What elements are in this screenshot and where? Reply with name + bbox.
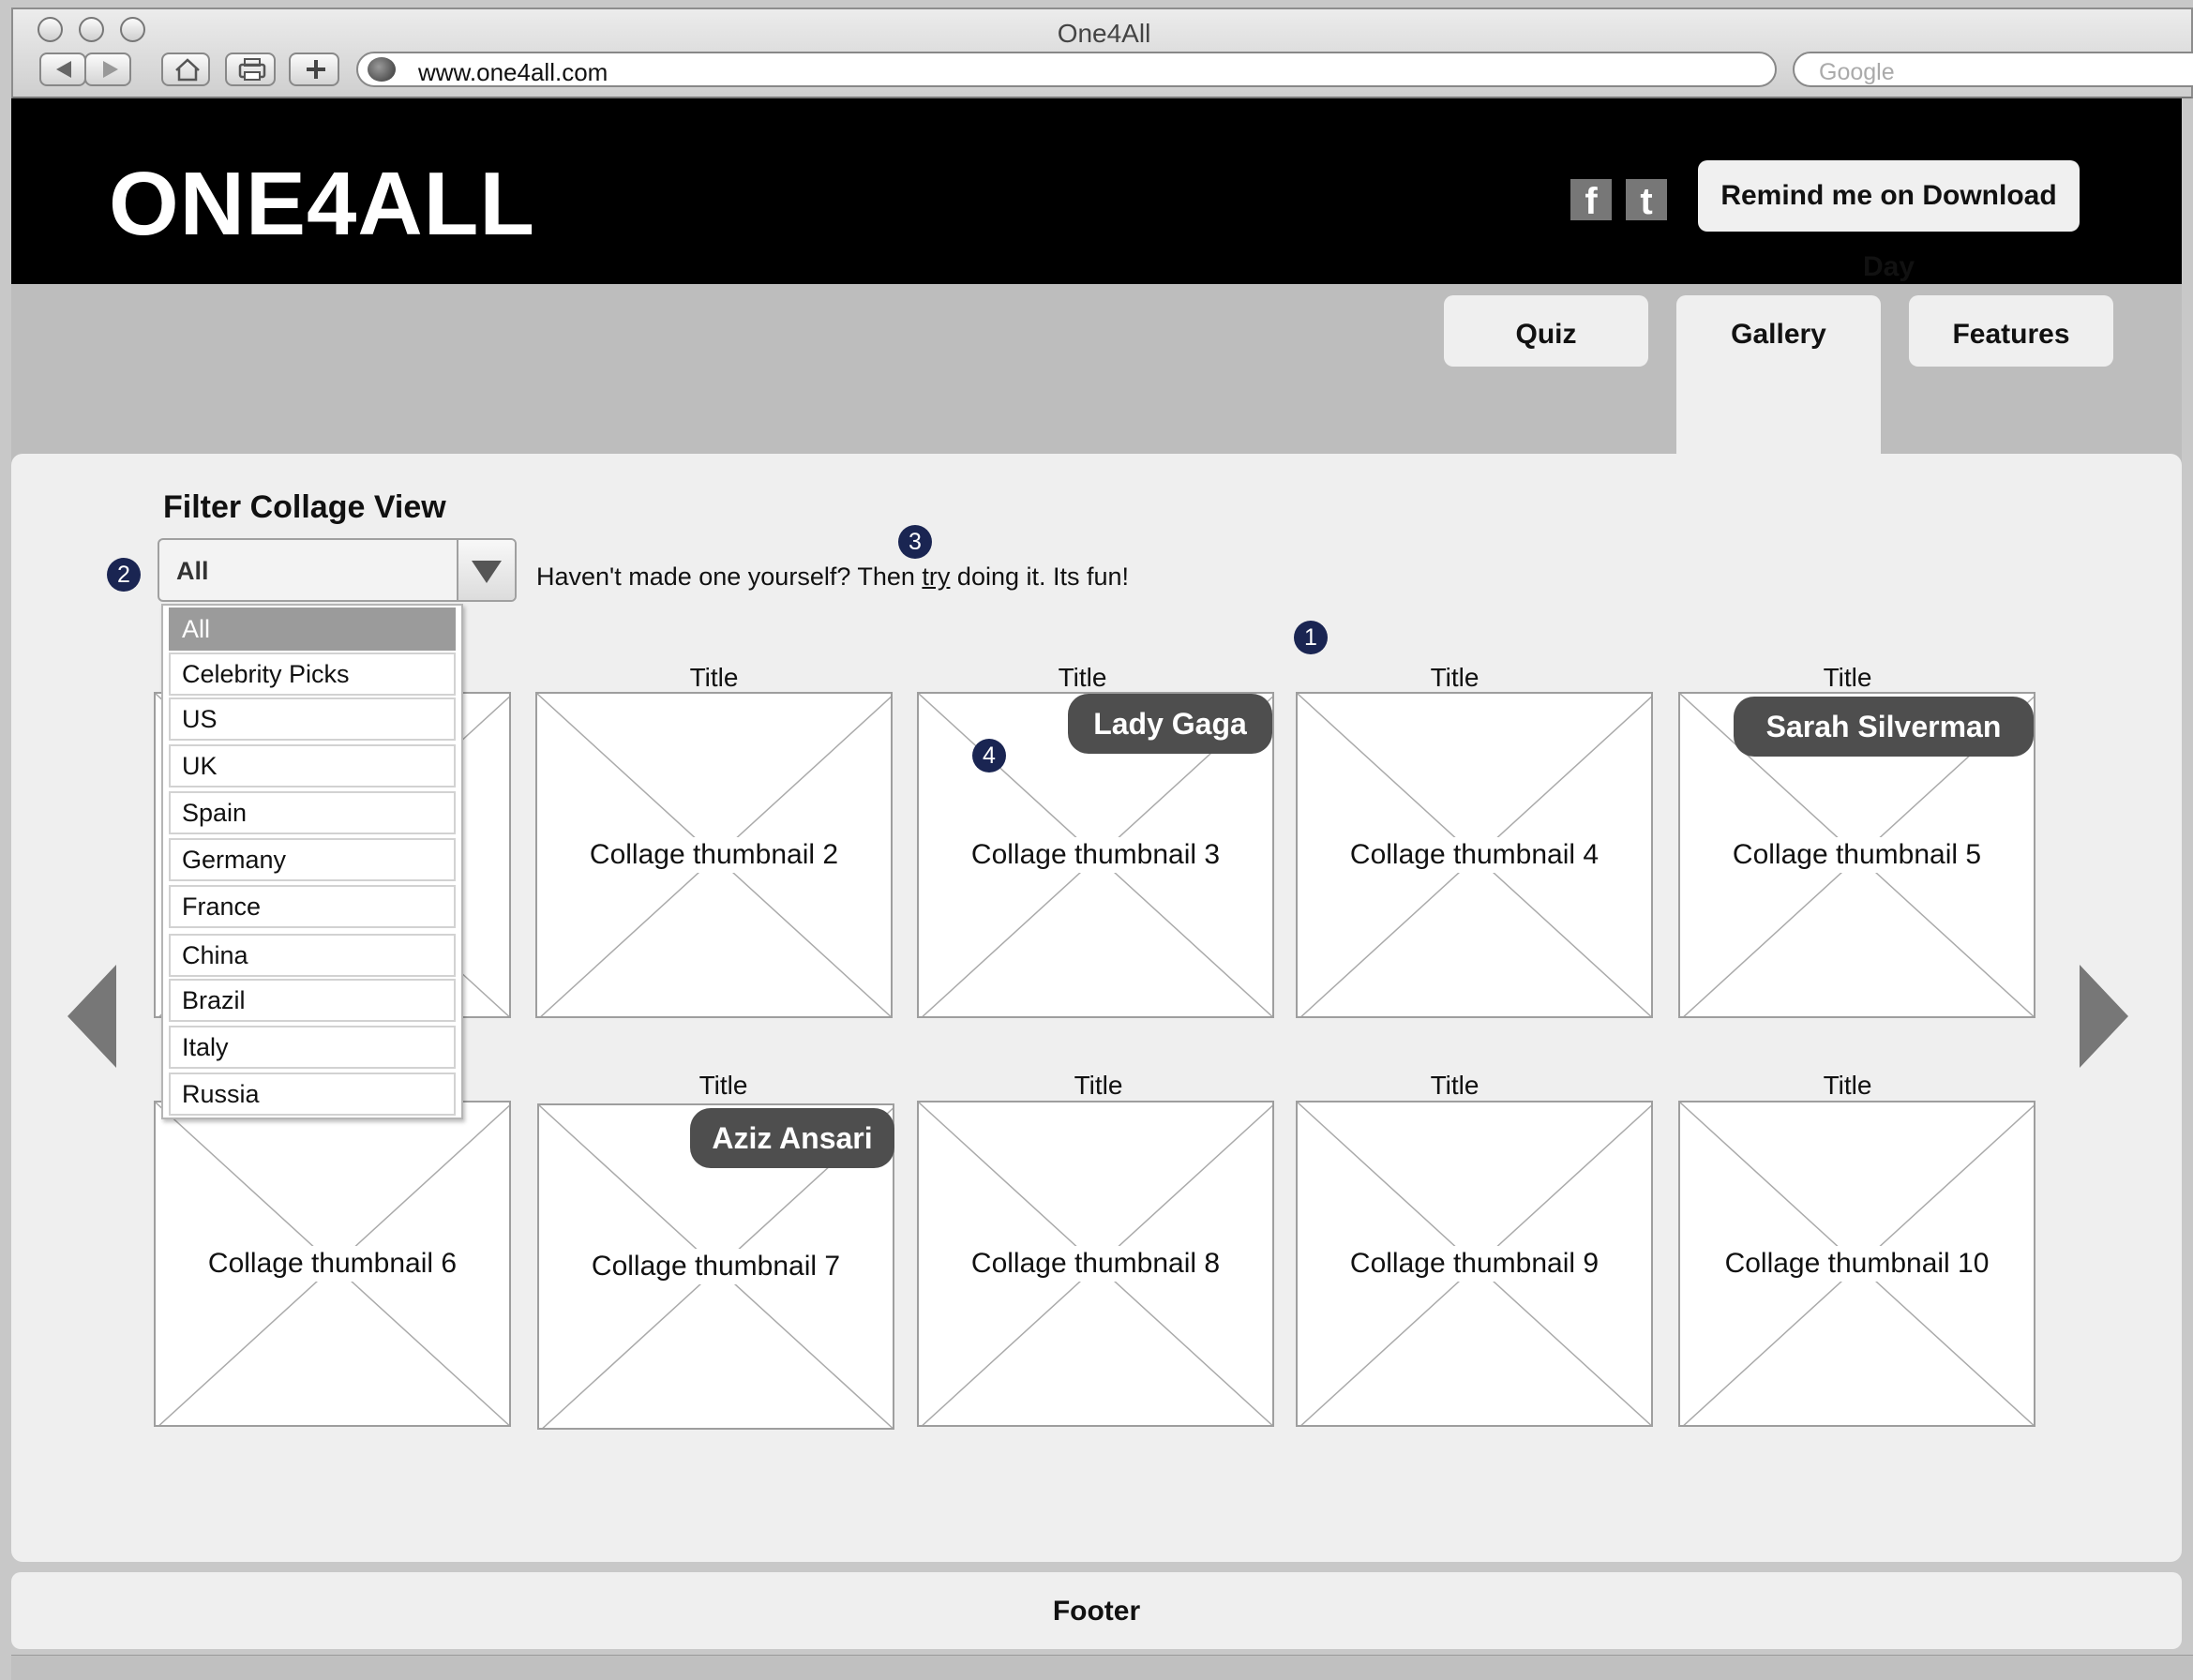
collage-thumbnail[interactable]: Collage thumbnail 8 bbox=[917, 1101, 1274, 1427]
filter-option-all[interactable]: All bbox=[169, 608, 456, 651]
filter-option-us[interactable]: US bbox=[169, 698, 456, 741]
window-title: One4All bbox=[1057, 19, 1151, 48]
filter-title: Filter Collage View bbox=[163, 489, 446, 525]
search-input[interactable]: Google bbox=[1793, 52, 2193, 87]
back-arrow-icon bbox=[56, 61, 71, 78]
plus-icon bbox=[307, 60, 325, 79]
facebook-icon[interactable]: f bbox=[1570, 179, 1612, 222]
remind-button[interactable]: Remind me on Download Day bbox=[1698, 160, 2080, 282]
annotation-badge-2: 2 bbox=[107, 558, 141, 592]
site-logo[interactable]: ONE4ALL bbox=[109, 153, 535, 256]
thumbnail-title: Title bbox=[1074, 1071, 1123, 1100]
filter-option-china[interactable]: China bbox=[169, 934, 456, 977]
thumbnail-title: Title bbox=[689, 663, 739, 692]
home-icon bbox=[175, 58, 200, 82]
tab-quiz[interactable]: Quiz bbox=[1444, 295, 1648, 367]
thumbnail-label: Collage thumbnail 7 bbox=[587, 1249, 845, 1284]
previous-arrow-icon[interactable] bbox=[68, 965, 124, 1068]
hint-text-after: doing it. Its fun! bbox=[950, 562, 1130, 591]
filter-select[interactable]: All bbox=[158, 538, 517, 602]
thumbnail-label: Collage thumbnail 6 bbox=[203, 1246, 461, 1282]
browser-toolbar: One4All www.one4all.com Google bbox=[11, 8, 2193, 98]
twitter-icon[interactable]: t bbox=[1626, 179, 1667, 222]
filter-option-france[interactable]: France bbox=[169, 885, 456, 928]
new-tab-button[interactable] bbox=[289, 52, 339, 86]
thumbnail-label: Collage thumbnail 3 bbox=[967, 837, 1224, 873]
collage-thumbnail[interactable]: Collage thumbnail 10 bbox=[1678, 1101, 2035, 1427]
chevron-down-icon bbox=[472, 561, 502, 583]
address-bar[interactable]: www.one4all.com bbox=[356, 52, 1777, 87]
filter-dropdown-list: All Celebrity Picks US UK Spain Germany … bbox=[161, 604, 463, 1119]
collage-thumbnail[interactable]: Collage thumbnail 4 bbox=[1296, 692, 1653, 1018]
next-arrow-icon[interactable] bbox=[2072, 965, 2128, 1068]
filter-option-brazil[interactable]: Brazil bbox=[169, 979, 456, 1022]
forward-button[interactable] bbox=[84, 52, 131, 86]
thumbnail-title: Title bbox=[1430, 1071, 1480, 1100]
filter-select-value: All bbox=[176, 557, 209, 585]
print-icon bbox=[238, 58, 266, 81]
thumbnail-label: Collage thumbnail 8 bbox=[967, 1246, 1224, 1282]
url-text: www.one4all.com bbox=[418, 58, 608, 86]
hint-text-before: Haven't made one yourself? Then bbox=[536, 562, 923, 591]
thumbnail-label: Collage thumbnail 9 bbox=[1345, 1246, 1603, 1282]
annotation-badge-3: 3 bbox=[898, 525, 932, 559]
tab-features[interactable]: Features bbox=[1909, 295, 2113, 367]
gallery-panel: Filter Collage View 2 3 1 All Haven't ma… bbox=[11, 454, 2182, 1562]
collage-thumbnail[interactable]: Collage thumbnail 6 bbox=[154, 1101, 511, 1427]
celebrity-tag[interactable]: Aziz Ansari bbox=[690, 1108, 894, 1168]
collage-thumbnail[interactable]: Collage thumbnail 9 bbox=[1296, 1101, 1653, 1427]
dropdown-arrow-button[interactable] bbox=[457, 540, 515, 600]
search-placeholder: Google bbox=[1819, 59, 1895, 85]
try-link[interactable]: try bbox=[922, 562, 950, 591]
forward-arrow-icon bbox=[103, 61, 118, 78]
tab-bar: Quiz Gallery Features bbox=[11, 284, 2182, 483]
annotation-badge-4: 4 bbox=[972, 739, 1006, 772]
home-button[interactable] bbox=[161, 52, 210, 86]
back-button[interactable] bbox=[39, 52, 86, 86]
site-footer: Footer bbox=[11, 1572, 2182, 1649]
browser-status-bar bbox=[11, 1655, 2193, 1680]
filter-option-germany[interactable]: Germany bbox=[169, 838, 456, 881]
site-header: ONE4ALL f t Remind me on Download Day bbox=[11, 98, 2182, 284]
filter-option-italy[interactable]: Italy bbox=[169, 1026, 456, 1069]
thumbnail-label: Collage thumbnail 5 bbox=[1728, 837, 1986, 873]
thumbnail-label: Collage thumbnail 10 bbox=[1720, 1246, 1993, 1282]
thumbnail-title: Title bbox=[1823, 1071, 1872, 1100]
filter-option-russia[interactable]: Russia bbox=[169, 1072, 456, 1116]
thumbnail-label: Collage thumbnail 4 bbox=[1345, 837, 1603, 873]
filter-option-uk[interactable]: UK bbox=[169, 744, 456, 788]
thumbnail-title: Title bbox=[698, 1071, 748, 1100]
thumbnail-title: Title bbox=[1430, 663, 1480, 692]
filter-option-spain[interactable]: Spain bbox=[169, 791, 456, 834]
celebrity-tag[interactable]: Lady Gaga bbox=[1068, 694, 1272, 754]
thumbnail-title: Title bbox=[1058, 663, 1107, 692]
create-hint: Haven't made one yourself? Then try doin… bbox=[536, 562, 1129, 592]
annotation-badge-1: 1 bbox=[1294, 621, 1328, 654]
collage-thumbnail[interactable]: Collage thumbnail 2 bbox=[535, 692, 893, 1018]
thumbnail-title: Title bbox=[1823, 663, 1872, 692]
print-button[interactable] bbox=[225, 52, 276, 86]
globe-icon bbox=[368, 57, 396, 82]
thumbnail-label: Collage thumbnail 2 bbox=[585, 837, 843, 873]
filter-option-celebrity-picks[interactable]: Celebrity Picks bbox=[169, 652, 456, 696]
celebrity-tag[interactable]: Sarah Silverman bbox=[1734, 697, 2034, 757]
